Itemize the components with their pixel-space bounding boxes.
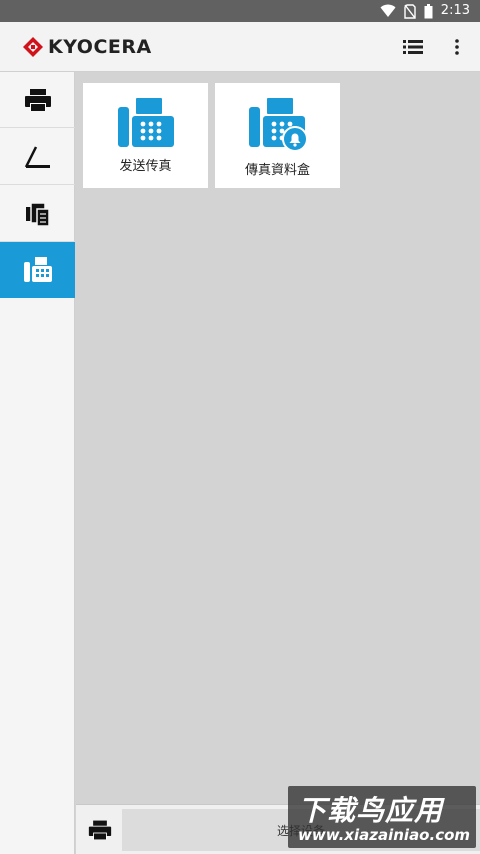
fax-icon bbox=[23, 257, 52, 282]
kyocera-logo: KYOCERA bbox=[22, 34, 152, 60]
wifi-icon bbox=[380, 4, 396, 17]
fax-box-icon bbox=[248, 98, 308, 152]
list-icon bbox=[403, 40, 423, 54]
fax-box-label: 傳真資料盒 bbox=[244, 163, 310, 178]
documents-icon bbox=[25, 201, 50, 227]
status-time: 2:13 bbox=[440, 3, 470, 18]
sidebar-item-print[interactable] bbox=[0, 72, 75, 128]
status-icons: 2:13 bbox=[380, 3, 470, 19]
watermark-title: 下载鸟应用 bbox=[298, 794, 444, 827]
app-bar: KYOCERA bbox=[0, 22, 480, 72]
device-printer-button[interactable] bbox=[88, 819, 112, 845]
fax-box-tile[interactable]: 傳真資料盒 bbox=[215, 83, 340, 188]
kyocera-logo-mark-icon bbox=[23, 37, 43, 57]
brand-name: KYOCERA bbox=[48, 36, 152, 58]
more-vert-icon bbox=[455, 39, 459, 55]
fax-machine-icon bbox=[117, 98, 174, 147]
printer-icon bbox=[88, 820, 112, 840]
status-bar: 2:13 bbox=[0, 0, 480, 22]
battery-icon bbox=[424, 3, 433, 18]
sidebar bbox=[0, 72, 75, 854]
more-options-button[interactable] bbox=[450, 35, 464, 59]
watermark-url: www.xiazainiao.com bbox=[298, 826, 471, 844]
sidebar-item-documents[interactable] bbox=[0, 186, 75, 242]
list-view-button[interactable] bbox=[400, 35, 426, 59]
printer-icon bbox=[24, 88, 51, 111]
sidebar-item-fax[interactable] bbox=[0, 242, 75, 298]
send-fax-label: 发送传真 bbox=[119, 159, 172, 174]
watermark: 下载鸟应用 www.xiazainiao.com bbox=[288, 786, 476, 848]
sidebar-item-scan[interactable] bbox=[0, 129, 75, 185]
scanner-icon bbox=[24, 145, 50, 168]
no-sim-icon bbox=[404, 3, 416, 19]
send-fax-tile[interactable]: 发送传真 bbox=[83, 83, 208, 188]
